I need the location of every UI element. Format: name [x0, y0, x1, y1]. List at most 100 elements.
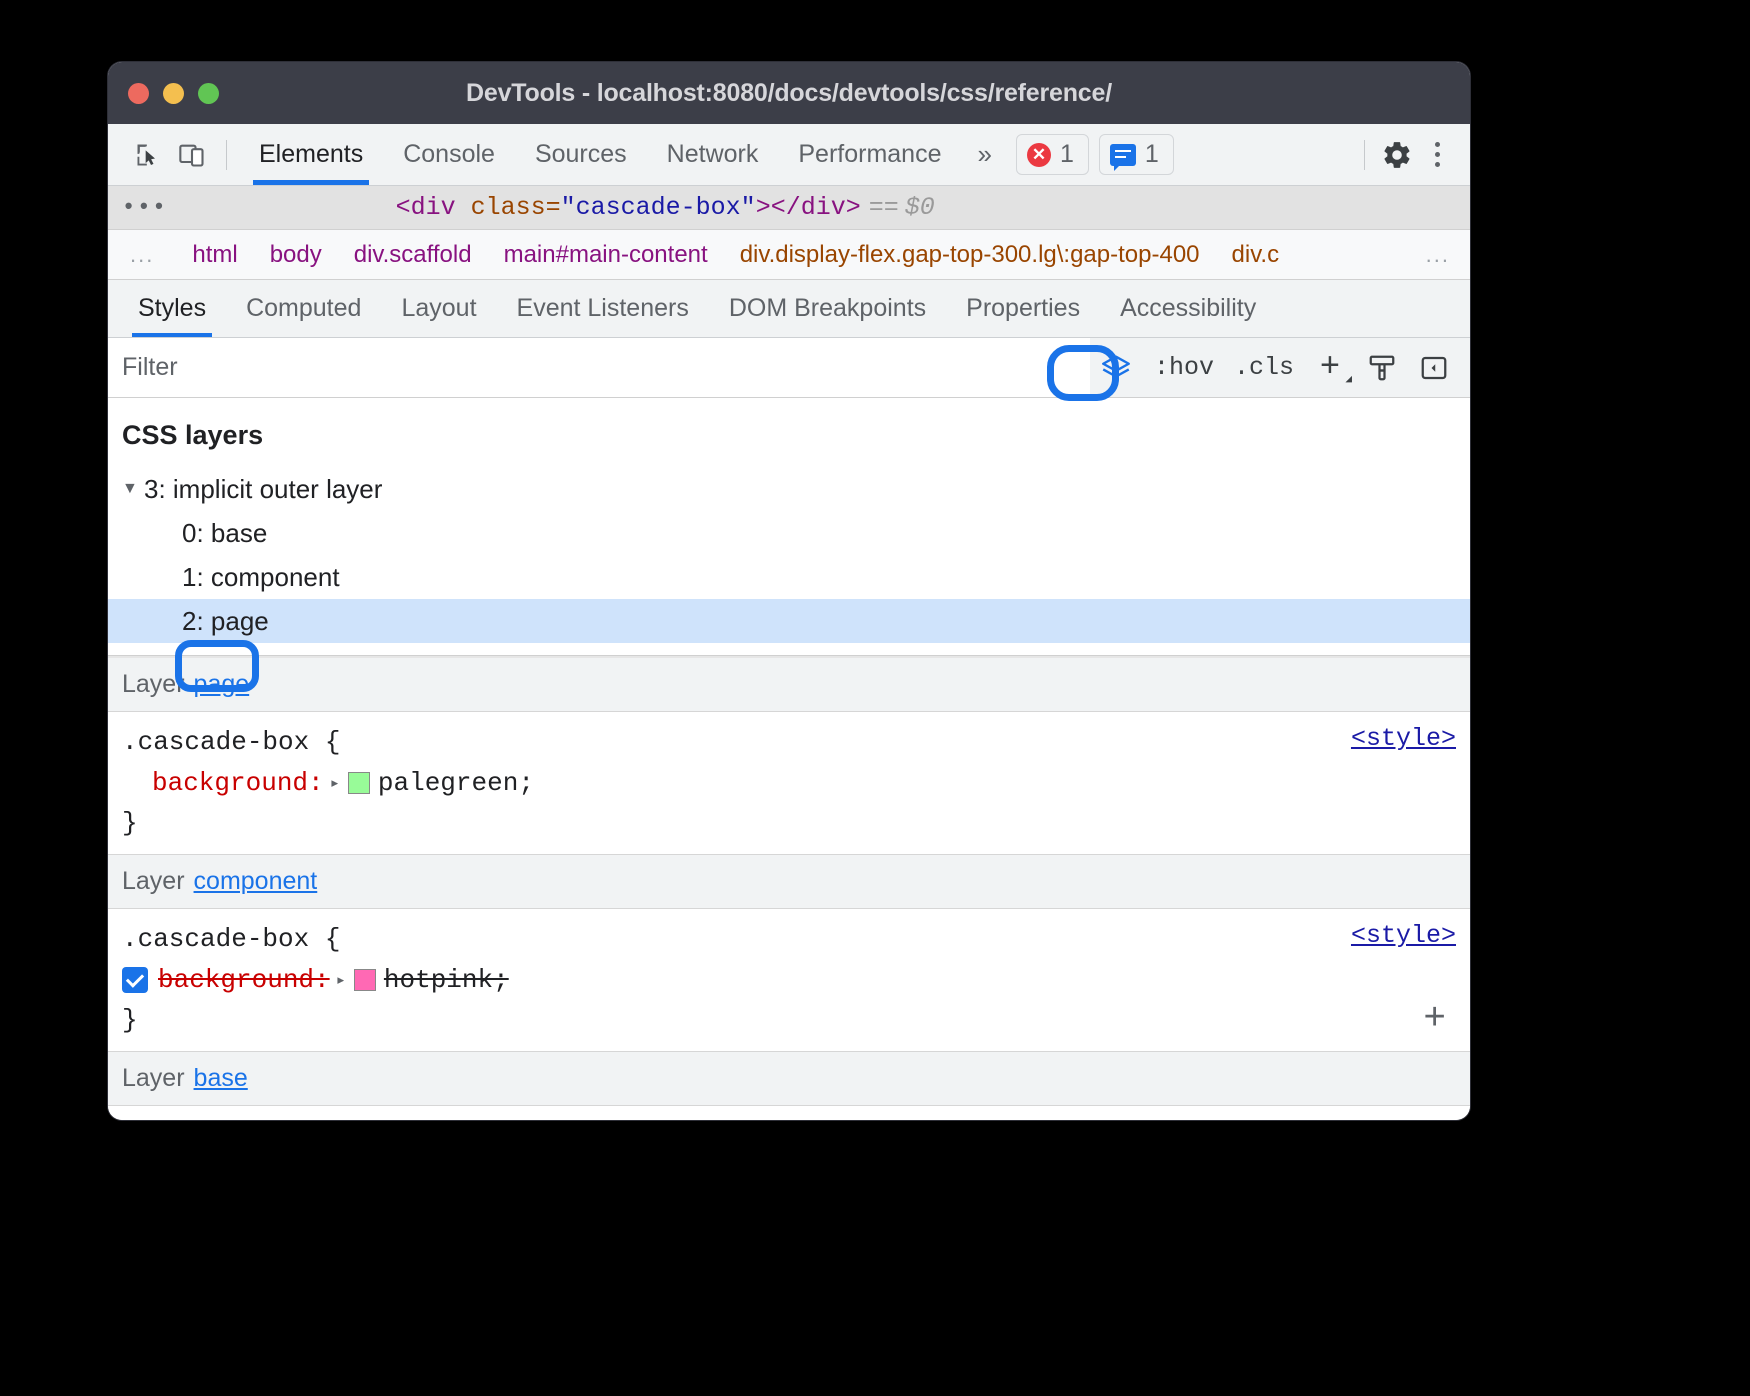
tab-elements[interactable]: Elements	[239, 124, 383, 185]
node-dollar-ref: $0	[899, 193, 935, 222]
declaration-property[interactable]: background:	[152, 768, 324, 798]
message-bubble-icon	[1110, 144, 1136, 166]
tab-dom-breakpoints[interactable]: DOM Breakpoints	[709, 280, 946, 337]
style-rule-component: .cascade-box { <style> background: ▸ hot…	[108, 909, 1470, 1052]
tab-computed[interactable]: Computed	[226, 280, 381, 337]
tab-console[interactable]: Console	[383, 124, 515, 185]
breadcrumb-overflow-left[interactable]: ...	[108, 242, 176, 268]
expand-triangle-icon[interactable]: ▸	[330, 970, 354, 991]
tab-properties[interactable]: Properties	[946, 280, 1100, 337]
rule-source-link[interactable]: <style>	[1351, 724, 1456, 753]
rule-selector: .cascade-box {	[122, 727, 340, 757]
breadcrumb-item-div-c[interactable]: div.c	[1216, 241, 1296, 269]
layer-tree-label: 3: implicit outer layer	[144, 474, 382, 505]
css-layers-title: CSS layers	[108, 398, 1470, 467]
toolbar-right-group	[1354, 133, 1470, 177]
layer-tree-label: 2: page	[182, 606, 269, 637]
tab-network[interactable]: Network	[647, 124, 779, 185]
toggle-sidebar-icon[interactable]	[1410, 344, 1458, 392]
window-titlebar: DevTools - localhost:8080/docs/devtools/…	[108, 62, 1470, 124]
declaration-background-palegreen[interactable]: background: ▸ palegreen;	[108, 762, 1470, 804]
node-attr-name: class=	[471, 193, 561, 222]
dom-node-row[interactable]: ••• <div class="cascade-box"></div>==$0	[108, 186, 1470, 230]
tab-event-listeners[interactable]: Event Listeners	[497, 280, 709, 337]
node-attr-value: "cascade-box"	[561, 193, 756, 222]
breadcrumb-item-div-display-flex[interactable]: div.display-flex.gap-top-300.lg\:gap-top…	[724, 241, 1216, 269]
breadcrumb-item-main-content[interactable]: main#main-content	[488, 241, 724, 269]
panel-tabs: Elements Console Sources Network Perform…	[239, 124, 961, 185]
add-declaration-button[interactable]: +	[1423, 1001, 1446, 1039]
kebab-menu-icon[interactable]	[1419, 142, 1456, 167]
node-close-tag: </div>	[771, 193, 861, 222]
layer-link-component[interactable]: component	[194, 867, 318, 896]
style-rule-page: .cascade-box { <style> background: ▸ pal…	[108, 712, 1470, 855]
tab-performance[interactable]: Performance	[778, 124, 961, 185]
new-style-rule-button[interactable]: + ◢	[1306, 344, 1354, 392]
rule-closing-brace: }	[108, 804, 1470, 842]
error-count-badge[interactable]: ✕ 1	[1016, 134, 1089, 175]
message-count-badge[interactable]: 1	[1099, 134, 1174, 175]
rule-closing-brace: }	[108, 1001, 1470, 1039]
layer-label: Layer	[122, 670, 185, 699]
breadcrumb-item-body[interactable]: body	[254, 241, 338, 269]
declaration-value[interactable]: hotpink;	[384, 965, 509, 995]
layer-header-page: Layer page	[108, 658, 1470, 712]
filter-input[interactable]	[108, 353, 1090, 382]
layer-label: Layer	[122, 867, 185, 896]
rule-source-link[interactable]: <style>	[1351, 921, 1456, 950]
layer-tree-item-page[interactable]: 2: page	[108, 599, 1470, 643]
layer-tree-item-base[interactable]: 0: base	[108, 511, 1470, 555]
issue-badges: ✕ 1 1	[1016, 134, 1174, 175]
rule-selector-line[interactable]: .cascade-box {	[108, 1116, 1470, 1120]
screenshot-root: DevTools - localhost:8080/docs/devtools/…	[0, 0, 1750, 1396]
toggle-element-classes-button[interactable]: .cls	[1226, 344, 1302, 392]
tab-layout[interactable]: Layout	[381, 280, 496, 337]
tab-sources[interactable]: Sources	[515, 124, 647, 185]
css-layers-icon[interactable]	[1090, 344, 1142, 392]
breadcrumb: ... html body div.scaffold main#main-con…	[108, 230, 1470, 280]
more-tabs-chevron-icon[interactable]: »	[961, 139, 1007, 170]
expand-triangle-icon[interactable]: ▸	[324, 773, 348, 794]
device-toolbar-icon[interactable]	[170, 133, 214, 177]
styles-filter-bar: :hov .cls + ◢	[108, 338, 1470, 398]
window-title: DevTools - localhost:8080/docs/devtools/…	[108, 79, 1470, 108]
chevron-down-icon[interactable]: ▼	[122, 480, 144, 498]
node-ellipsis-icon[interactable]: •••	[108, 195, 186, 220]
breadcrumb-item-html[interactable]: html	[176, 241, 253, 269]
toolbar-divider-right	[1364, 140, 1365, 170]
declaration-property[interactable]: background:	[158, 965, 330, 995]
tab-accessibility[interactable]: Accessibility	[1100, 280, 1276, 337]
tab-styles[interactable]: Styles	[118, 280, 226, 337]
styles-sidebar-tabs: Styles Computed Layout Event Listeners D…	[108, 280, 1470, 338]
node-open-tag: <div	[396, 193, 471, 222]
node-close-bracket: >	[756, 193, 771, 222]
layer-tree-label: 1: component	[182, 562, 340, 593]
style-rule-base: .cascade-box { <style> background: ▸ reb…	[108, 1106, 1470, 1120]
layer-tree-item-component[interactable]: 1: component	[108, 555, 1470, 599]
rule-selector-line[interactable]: .cascade-box {	[108, 722, 1470, 762]
layer-header-component: Layer component	[108, 855, 1470, 909]
new-style-rule-icon[interactable]	[1358, 344, 1406, 392]
layer-header-base: Layer base	[108, 1052, 1470, 1106]
gear-icon[interactable]	[1375, 133, 1419, 177]
rule-selector: .cascade-box {	[122, 924, 340, 954]
layer-tree-item-implicit-outer[interactable]: ▼ 3: implicit outer layer	[108, 467, 1470, 511]
declaration-value[interactable]: palegreen;	[378, 768, 534, 798]
layer-label: Layer	[122, 1064, 185, 1093]
breadcrumb-item-div-scaffold[interactable]: div.scaffold	[338, 241, 488, 269]
layer-link-base[interactable]: base	[194, 1064, 248, 1093]
error-circle-icon: ✕	[1027, 143, 1051, 167]
devtools-window: DevTools - localhost:8080/docs/devtools/…	[108, 62, 1470, 1120]
toolbar-divider	[226, 140, 227, 170]
toggle-hover-state-button[interactable]: :hov	[1146, 344, 1222, 392]
layer-link-page[interactable]: page	[194, 670, 250, 699]
declaration-enabled-checkbox[interactable]	[122, 967, 148, 993]
color-swatch-palegreen[interactable]	[348, 772, 370, 794]
rule-source-link[interactable]: <style>	[1351, 1118, 1456, 1120]
color-swatch-hotpink[interactable]	[354, 969, 376, 991]
inspect-cursor-icon[interactable]	[126, 133, 170, 177]
breadcrumb-overflow-right[interactable]: ...	[1406, 242, 1470, 268]
rule-selector-line[interactable]: .cascade-box {	[108, 919, 1470, 959]
declaration-background-hotpink[interactable]: background: ▸ hotpink;	[108, 959, 1470, 1001]
devtools-main-toolbar: Elements Console Sources Network Perform…	[108, 124, 1470, 186]
